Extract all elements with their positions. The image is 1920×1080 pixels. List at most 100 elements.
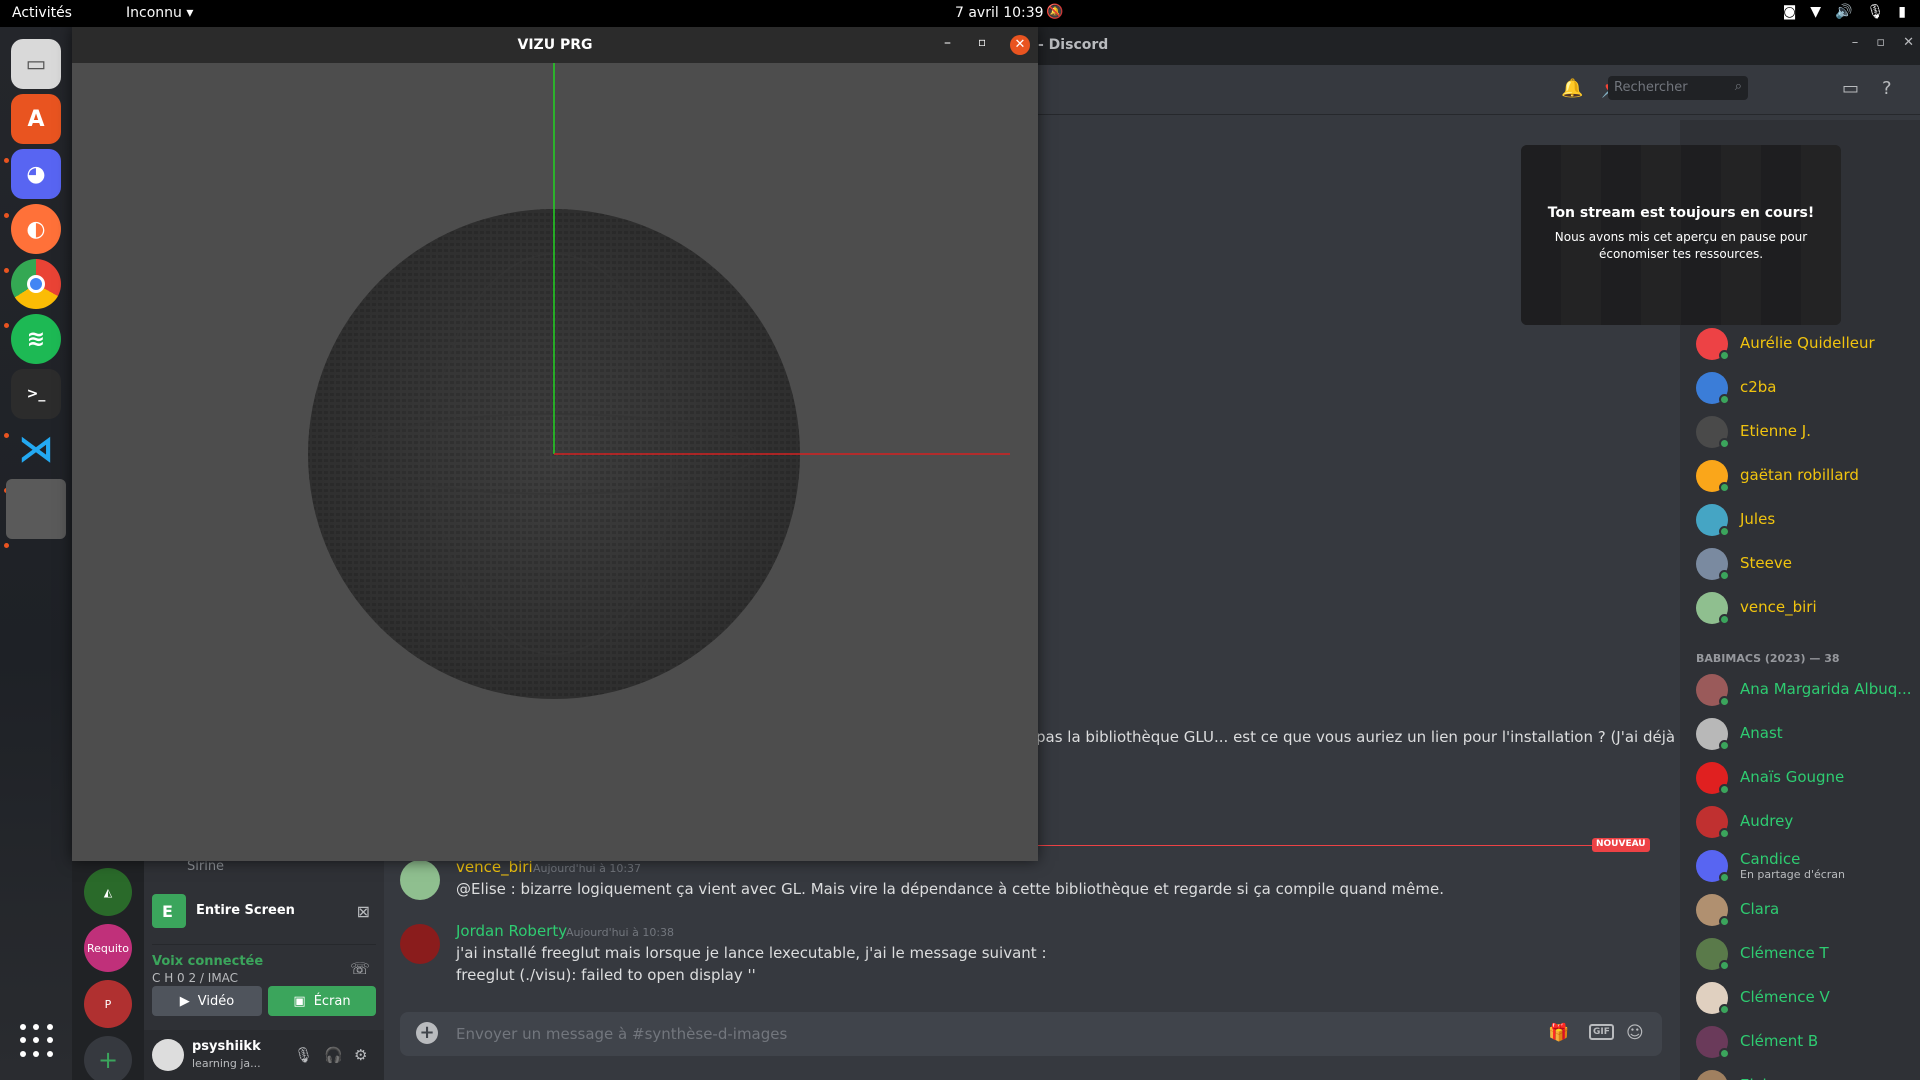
member-name: Clara xyxy=(1740,900,1780,918)
member-item[interactable]: Anaïs Gougne xyxy=(1696,760,1920,796)
member-category: BABIMACS (2023) — 38 xyxy=(1696,652,1840,665)
close-icon[interactable]: ✕ xyxy=(1010,35,1030,55)
voice-user[interactable]: Sirine xyxy=(187,859,224,874)
notification-bell-icon[interactable]: 🔔 xyxy=(1561,78,1583,99)
online-status-dot xyxy=(1719,438,1730,449)
voice-channel[interactable]: C H 0 2 / IMAC xyxy=(152,971,238,985)
server-icon[interactable]: Requito xyxy=(84,924,132,972)
screen-button[interactable]: ▣ Écran xyxy=(268,986,376,1016)
emoji-icon[interactable]: ☺ xyxy=(1626,1023,1644,1043)
maximize-icon[interactable]: ▫ xyxy=(1876,35,1885,50)
new-messages-divider xyxy=(1036,845,1648,846)
vizu-app-icon[interactable] xyxy=(6,479,66,539)
firefox-icon[interactable]: ◐ xyxy=(11,204,61,254)
avatar[interactable] xyxy=(400,924,440,964)
close-icon[interactable]: ✕ xyxy=(1903,35,1914,50)
app-menu[interactable]: Inconnu ▾ xyxy=(126,5,193,21)
voice-status[interactable]: Voix connectée xyxy=(152,954,263,969)
clock[interactable]: 7 avril 10:39 xyxy=(955,5,1044,21)
message-input[interactable]: Envoyer un message à #synthèse-d-images xyxy=(456,1025,787,1043)
member-item[interactable]: Clémence V xyxy=(1696,980,1920,1016)
render-canvas[interactable] xyxy=(72,63,1038,861)
spotify-icon[interactable]: ≋ xyxy=(11,314,61,364)
message-author[interactable]: Jordan Roberty xyxy=(456,922,567,940)
message-timestamp: Aujourd'hui à 10:38 xyxy=(566,926,675,939)
mic-icon[interactable]: 🎙 xyxy=(1867,4,1885,20)
activities-button[interactable]: Activités xyxy=(12,5,72,21)
system-tray[interactable]: ◙ ▼ 🔊 🎙 ▮ xyxy=(1783,4,1906,20)
show-applications-icon[interactable] xyxy=(20,1024,54,1058)
avatar xyxy=(1696,1070,1728,1080)
member-item[interactable]: Elvina xyxy=(1696,1068,1920,1080)
member-name: Steeve xyxy=(1740,554,1792,572)
stream-preview-popup[interactable]: Ton stream est toujours en cours! Nous a… xyxy=(1521,145,1841,325)
server-list: ◭ Requito P + xyxy=(72,856,144,1080)
files-icon[interactable]: ▭ xyxy=(11,39,61,89)
help-icon[interactable]: ? xyxy=(1882,78,1892,99)
server-icon[interactable]: ◭ xyxy=(84,868,132,916)
member-name: Clément B xyxy=(1740,1032,1819,1050)
discord-window-title: - Discord xyxy=(1038,37,1109,53)
member-item[interactable]: vence_biri xyxy=(1696,590,1920,626)
member-item[interactable]: Steeve xyxy=(1696,546,1920,582)
wifi-icon[interactable]: ▼ xyxy=(1810,4,1821,20)
message-text: freeglut (./visu): failed to open displa… xyxy=(456,966,756,984)
new-messages-tag: NOUVEAU xyxy=(1592,838,1650,852)
member-item[interactable]: Clément B xyxy=(1696,1024,1920,1060)
stop-stream-icon[interactable]: ⊠ xyxy=(357,902,370,921)
minimize-icon[interactable]: – xyxy=(944,35,951,51)
mic-toggle-icon[interactable]: 🎙 xyxy=(294,1046,313,1064)
server-icon[interactable]: P xyxy=(84,980,132,1028)
member-item[interactable]: Clara xyxy=(1696,892,1920,928)
member-name: Etienne J. xyxy=(1740,422,1811,440)
member-name: Elvina xyxy=(1740,1076,1785,1080)
add-attachment-icon[interactable]: + xyxy=(416,1022,438,1044)
volume-icon[interactable]: 🔊 xyxy=(1835,4,1852,20)
member-item[interactable]: gaëtan robillard xyxy=(1696,458,1920,494)
message-composer[interactable]: + Envoyer un message à #synthèse-d-image… xyxy=(400,1012,1662,1056)
avatar[interactable] xyxy=(152,1039,184,1071)
member-item[interactable]: Candice En partage d'écran xyxy=(1696,848,1920,884)
online-status-dot xyxy=(1719,872,1730,883)
screen-share-icon: ▣ xyxy=(293,993,306,1009)
discord-app-icon[interactable]: ◕ xyxy=(11,149,61,199)
terminal-icon[interactable]: >_ xyxy=(11,369,61,419)
software-center-icon[interactable]: A xyxy=(11,94,61,144)
settings-icon[interactable]: ⚙ xyxy=(354,1046,367,1064)
battery-icon[interactable]: ▮ xyxy=(1898,4,1906,20)
chrome-icon[interactable] xyxy=(11,259,61,309)
camera-icon: ▶ xyxy=(179,993,190,1009)
maximize-icon[interactable]: ▫ xyxy=(978,35,986,49)
inbox-icon[interactable]: ▭ xyxy=(1842,78,1859,99)
minimize-icon[interactable]: – xyxy=(1852,35,1859,50)
member-item[interactable]: Ana Margarida Albuq... xyxy=(1696,672,1920,708)
member-item[interactable]: Audrey xyxy=(1696,804,1920,840)
stream-badge: E xyxy=(152,894,186,928)
add-server-icon[interactable]: + xyxy=(84,1036,132,1080)
vizu-titlebar[interactable]: VIZU PRG – ▫ ✕ xyxy=(72,27,1038,63)
member-item[interactable]: Clémence T xyxy=(1696,936,1920,972)
online-status-dot xyxy=(1719,828,1730,839)
gif-icon[interactable]: GIF xyxy=(1589,1024,1614,1040)
online-status-dot xyxy=(1719,570,1730,581)
stream-preview-item[interactable]: E Entire Screen ⊠ xyxy=(152,894,376,932)
gift-icon[interactable]: 🎁 xyxy=(1548,1023,1569,1043)
online-status-dot xyxy=(1719,740,1730,751)
member-item[interactable]: Jules xyxy=(1696,502,1920,538)
video-button[interactable]: ▶ Vidéo xyxy=(152,986,262,1016)
online-status-dot xyxy=(1719,784,1730,795)
member-item[interactable]: Etienne J. xyxy=(1696,414,1920,450)
member-item[interactable]: c2ba xyxy=(1696,370,1920,406)
vscode-icon[interactable]: ⋊ xyxy=(11,424,61,474)
member-item[interactable]: Anast xyxy=(1696,716,1920,752)
discord-icon[interactable]: ◙ xyxy=(1783,4,1797,20)
username[interactable]: psyshiikk xyxy=(192,1039,261,1054)
headphones-icon[interactable]: 🎧 xyxy=(324,1046,343,1064)
online-status-dot xyxy=(1719,960,1730,971)
avatar[interactable] xyxy=(400,860,440,900)
search-input[interactable]: Rechercher ⌕ xyxy=(1608,76,1748,100)
member-name: Clémence V xyxy=(1740,988,1830,1006)
member-item[interactable]: Aurélie Quidelleur xyxy=(1696,326,1920,362)
disconnect-icon[interactable]: ☏ xyxy=(350,959,370,978)
online-status-dot xyxy=(1719,614,1730,625)
